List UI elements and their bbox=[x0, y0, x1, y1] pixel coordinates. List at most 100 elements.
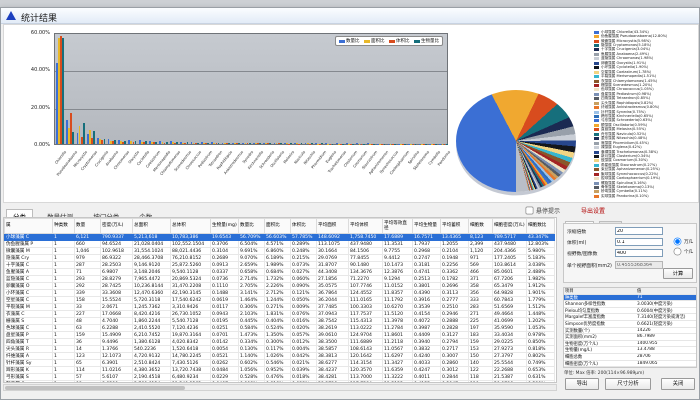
table-row[interactable]: 弓形藻属 S1575.61072,190.45186,480.92340.022… bbox=[5, 374, 555, 381]
column-header[interactable]: 平均等效直径 bbox=[383, 219, 413, 234]
unit-per-liter-radio-input[interactable] bbox=[674, 247, 682, 255]
table-row[interactable]: 卵囊藻属 O129228.742510,236.814431,470.22080… bbox=[5, 283, 555, 290]
table-row[interactable]: 盘星藻属 P115915.49096,210.745219,870.31640.… bbox=[5, 332, 555, 339]
table-row[interactable]: 十字藻属 C128728.25039,146.912025,872.52600.… bbox=[5, 262, 555, 269]
table-row[interactable]: 微囊藻属 M11,046102.961831,554.102488,021.44… bbox=[5, 248, 555, 255]
column-header[interactable]: 总体积 bbox=[171, 219, 211, 234]
results-item-label: 种类数 bbox=[564, 295, 636, 301]
results-row[interactable]: 生物量(mg/L)13.4788 bbox=[564, 347, 696, 354]
table-row[interactable]: 颤藻属 O1988.85903,760.612411,540.32620.040… bbox=[5, 381, 555, 384]
table-cell: 148.6092 bbox=[317, 234, 349, 241]
results-row[interactable]: Simpson优势度指数0.6621(轻度污染) bbox=[564, 321, 696, 328]
field-count-input[interactable] bbox=[615, 249, 663, 257]
column-header[interactable]: 体积比 bbox=[291, 219, 317, 234]
column-header[interactable]: 平均面积 bbox=[317, 219, 349, 234]
table-row[interactable]: 隐藻属 Cry197986.932228,466.370876,210.8152… bbox=[5, 255, 555, 262]
table-row[interactable]: 蹄形藻属 K111411.02164,380.365213,720.74380.… bbox=[5, 367, 555, 374]
table-row[interactable]: 尖头藻属 R1141.3766540.22361,520.64180.00540… bbox=[5, 346, 555, 353]
pie-legend-swatch-icon bbox=[594, 195, 599, 198]
table-row[interactable]: 鱼腥藻属 A1716.98073,148.20469,540.11280.033… bbox=[5, 269, 555, 276]
results-row[interactable]: Shannon多样性指数3.0030(中度污染) bbox=[564, 301, 696, 308]
table-row[interactable]: 平裂藻属 M1332.06711,245.73623,310.94260.011… bbox=[5, 304, 555, 311]
table-cell: 1.3766 bbox=[101, 346, 133, 353]
table-cell: 9.1294 bbox=[383, 276, 413, 283]
unit-per-liter-radio[interactable]: 个/L bbox=[671, 246, 693, 256]
table-cell: 1.779% bbox=[527, 297, 555, 304]
table-cell: 71.2270 bbox=[349, 276, 383, 283]
table-row[interactable]: 伪鱼腥藻属 P166094.652421,028.0404102,552.150… bbox=[5, 241, 555, 248]
table-cell: 0.528% bbox=[239, 374, 265, 381]
column-header[interactable]: 种类数 bbox=[53, 219, 75, 234]
size-analysis-button[interactable]: 尺寸分析 bbox=[605, 378, 651, 390]
table-cell: 尖头藻属 R bbox=[5, 346, 53, 353]
table-cell: 1.350% bbox=[265, 332, 291, 339]
pie-legend-label: 实球藻属 Pandorina(0.10%) bbox=[601, 194, 649, 199]
column-header[interactable]: 细胞数 bbox=[469, 219, 493, 234]
table-cell: 333 bbox=[469, 297, 493, 304]
volume-input[interactable] bbox=[615, 238, 663, 246]
column-header[interactable]: 平均蓄积 bbox=[441, 219, 469, 234]
table-row[interactable]: 蓝隐藻属 C129328.82797,965.447220,869.53240.… bbox=[5, 276, 555, 283]
column-header[interactable]: 密度(万/L) bbox=[101, 219, 133, 234]
table-row[interactable]: 色球藻属 C1636.22882,410.55207,120.42360.025… bbox=[5, 325, 555, 332]
column-header[interactable]: 生物量(mg) bbox=[211, 219, 239, 234]
table-cell: 1 bbox=[53, 381, 75, 384]
results-row[interactable]: Margalef丰富度指数7.3140(轻度污染或清洁) bbox=[564, 314, 696, 321]
column-header[interactable]: 总面积 bbox=[133, 219, 171, 234]
table-cell: 颤藻属 O bbox=[5, 381, 53, 384]
table-cell: 小球藻属 C bbox=[5, 234, 53, 241]
results-row[interactable]: 生物密度(万个/L)1400.955 bbox=[564, 341, 696, 348]
calculate-button[interactable]: 计算 bbox=[663, 268, 693, 279]
horizontal-scrollbar[interactable] bbox=[3, 384, 557, 391]
table-cell: 1.912% bbox=[527, 283, 555, 290]
column-header[interactable]: 细胞数比 bbox=[527, 219, 555, 234]
hover-tip-checkbox-input[interactable] bbox=[526, 207, 534, 215]
unit-wan-per-liter-radio[interactable]: 万/L bbox=[671, 236, 693, 246]
pie-chart-legend: 小球藻属 Chlorella(43.34%)伪鱼腥藻属 Pseudoanabae… bbox=[594, 30, 700, 200]
bar-segment bbox=[218, 143, 220, 144]
table-cell: 3,310.9426 bbox=[171, 304, 211, 311]
column-header[interactable]: 数量 bbox=[75, 219, 101, 234]
table-cell: 5,720.3118 bbox=[133, 297, 171, 304]
export-button[interactable]: 导出 bbox=[565, 378, 599, 390]
table-row[interactable]: 纤维藻属 A112312.10734,720.913214,780.22450.… bbox=[5, 353, 555, 360]
y-axis-tick: 60.00% bbox=[18, 30, 50, 36]
column-header[interactable]: 面积比 bbox=[265, 219, 291, 234]
table-cell: 0.4247 bbox=[413, 367, 441, 374]
column-header[interactable]: 平均体积 bbox=[349, 219, 383, 234]
hover-tip-checkbox[interactable]: 悬停提示 bbox=[523, 204, 560, 217]
column-header[interactable]: 细胞密度(万/L) bbox=[493, 219, 527, 234]
table-cell: 6.3901 bbox=[101, 360, 133, 367]
table-row[interactable]: 针杆藻属 Sy1656.39012,510.84247,430.51260.02… bbox=[5, 360, 555, 367]
table-row[interactable]: 四角藻属 T1369.44961,380.61284,020.83420.014… bbox=[5, 339, 555, 346]
results-row[interactable]: 实测数量(个)14226 bbox=[564, 328, 696, 335]
results-row[interactable]: 细胞密度(万个/L)1849.065 bbox=[564, 361, 696, 368]
results-row[interactable]: 细胞总数28706 bbox=[564, 354, 696, 361]
table-row[interactable]: 小环藻属 C133933.360812,470.636042,190.31450… bbox=[5, 290, 555, 297]
pie-legend-swatch-icon bbox=[594, 111, 599, 114]
scrollbar-thumb[interactable] bbox=[5, 386, 185, 390]
table-cell: 790.9337 bbox=[101, 234, 133, 241]
concentration-factor-input[interactable] bbox=[615, 227, 663, 235]
table-cell: 0.2104 bbox=[441, 248, 469, 255]
unit-wan-per-liter-radio-input[interactable] bbox=[674, 237, 682, 245]
results-row[interactable]: 实测面积(mm2)86.7989 bbox=[564, 334, 696, 341]
table-cell: 0.090% bbox=[291, 283, 317, 290]
results-row[interactable]: 种类数71 bbox=[564, 295, 696, 302]
table-row[interactable]: 衣藻属 C122717.06688,420.421626,730.10520.0… bbox=[5, 311, 555, 318]
results-row[interactable]: Pielou均匀度指数0.6004(中度污染) bbox=[564, 308, 696, 315]
column-header[interactable]: 数量比 bbox=[239, 219, 265, 234]
table-row[interactable]: 栅藻属 S1484.70401,860.22445,540.71280.0195… bbox=[5, 318, 555, 325]
results-item-label: Shannon多样性指数 bbox=[564, 301, 636, 307]
table-cell: 86.9322 bbox=[101, 255, 133, 262]
column-header[interactable]: 属 bbox=[5, 219, 53, 234]
table-cell: 0.2696 bbox=[441, 283, 469, 290]
table-cell: 56.709% bbox=[239, 234, 265, 241]
table-cell: 20.0786 bbox=[493, 381, 527, 384]
table-cell: 42,190.3145 bbox=[171, 290, 211, 297]
close-button[interactable]: 关闭 bbox=[661, 378, 695, 390]
table-cell: 1.464% bbox=[239, 297, 265, 304]
table-row[interactable]: 空星藻属 C115815.55245,720.311817,540.62420.… bbox=[5, 297, 555, 304]
table-row[interactable]: 小球藻属 C16,121790.93375,213,61810,783,3861… bbox=[5, 234, 555, 241]
column-header[interactable]: 平均生物量 bbox=[413, 219, 441, 234]
